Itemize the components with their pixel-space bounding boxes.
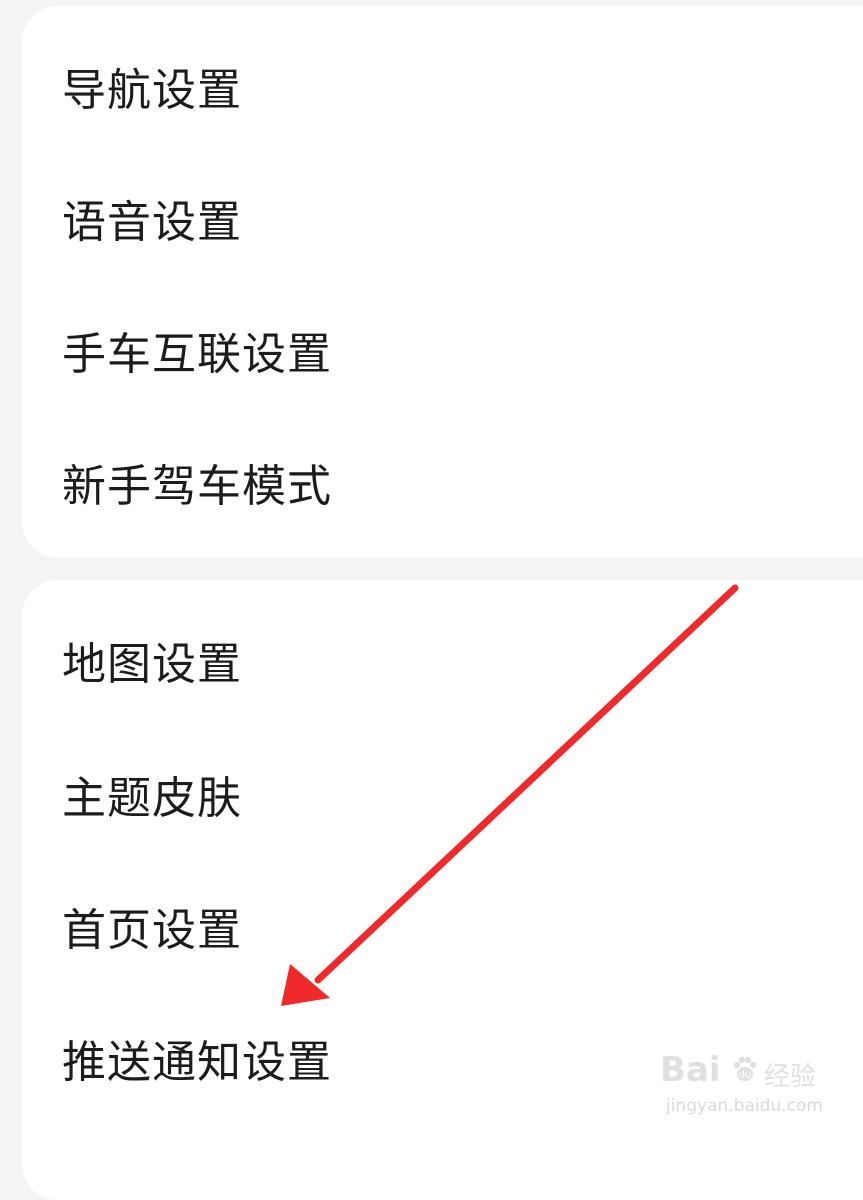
menu-item-label: 语音设置: [62, 197, 242, 248]
menu-item-navigation-settings[interactable]: 导航设置: [62, 20, 822, 152]
menu-item-label: 新手驾车模式: [62, 461, 332, 512]
menu-item-label: 手车互联设置: [62, 329, 332, 380]
watermark-brand: Bai: [660, 1050, 721, 1090]
menu-item-map-settings[interactable]: 地图设置: [62, 594, 822, 726]
menu-item-novice-driving-mode[interactable]: 新手驾车模式: [62, 416, 822, 548]
watermark-domain: jingyan.baidu.com: [666, 1096, 823, 1116]
menu-item-label: 导航设置: [62, 65, 242, 116]
menu-item-phone-car-link-settings[interactable]: 手车互联设置: [62, 284, 822, 416]
baidu-jingyan-watermark: Bai du 经验 jingyan.baidu.com: [660, 1050, 850, 1130]
menu-item-label: 主题皮肤: [62, 773, 242, 824]
watermark-suffix: 经验: [764, 1062, 817, 1092]
menu-item-label: 首页设置: [62, 905, 242, 956]
svg-text:du: du: [739, 1070, 752, 1081]
menu-item-label: 地图设置: [62, 639, 242, 690]
settings-group-navigation: 导航设置 语音设置 手车互联设置 新手驾车模式: [22, 6, 863, 558]
menu-item-label: 推送通知设置: [62, 1037, 332, 1088]
menu-item-home-settings[interactable]: 首页设置: [62, 860, 822, 992]
baidu-paw-icon: du: [733, 1056, 757, 1081]
menu-item-theme-skin[interactable]: 主题皮肤: [62, 728, 822, 860]
menu-item-voice-settings[interactable]: 语音设置: [62, 152, 822, 284]
